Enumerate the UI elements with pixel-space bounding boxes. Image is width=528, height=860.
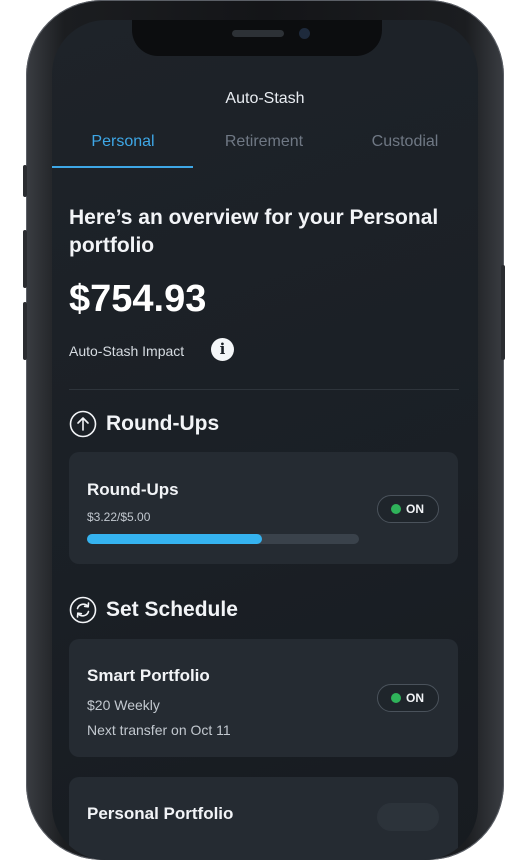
- round-ups-card-title: Round-Ups: [87, 480, 179, 499]
- set-schedule-section-label: Set Schedule: [106, 598, 238, 621]
- arrow-up-circle-icon: [69, 410, 97, 438]
- front-camera: [299, 28, 310, 39]
- auto-stash-impact-label: Auto-Stash Impact: [69, 343, 185, 359]
- volume-up-button: [23, 230, 27, 288]
- refresh-circle-icon: [69, 596, 97, 624]
- round-ups-section-label: Round-Ups: [106, 412, 220, 435]
- personal-portfolio-card[interactable]: Personal Portfolio: [69, 777, 458, 860]
- schedule-card-title: Smart Portfolio: [87, 666, 210, 685]
- schedule-amount: $20 Weekly: [87, 697, 160, 713]
- active-tab-indicator: [52, 166, 193, 168]
- next-transfer-text: Next transfer on Oct 11: [87, 722, 231, 738]
- portfolio-tabs: Personal Retirement Custodial: [52, 130, 478, 170]
- round-ups-toggle[interactable]: ON: [377, 495, 439, 523]
- status-on-dot: [391, 504, 401, 514]
- overview-heading: Here’s an overview for your Personal por…: [69, 206, 439, 257]
- round-ups-progress-fill: [87, 534, 263, 544]
- personal-portfolio-toggle[interactable]: [377, 803, 439, 831]
- divider: [69, 389, 459, 390]
- schedule-card-title: Personal Portfolio: [87, 804, 234, 823]
- round-ups-card[interactable]: Round-Ups $3.22/$5.00 ON: [69, 452, 458, 564]
- page-title: Auto-Stash: [225, 90, 305, 107]
- app-screen: Auto-Stash Personal Retirement Custodial…: [52, 20, 478, 860]
- tab-custodial[interactable]: Custodial: [334, 130, 476, 169]
- round-ups-progress-text: $3.22/$5.00: [87, 510, 151, 524]
- tab-retirement[interactable]: Retirement: [193, 130, 335, 169]
- notch: [132, 20, 382, 56]
- speaker: [232, 30, 284, 37]
- status-on-dot: [391, 693, 401, 703]
- toggle-label: ON: [406, 502, 424, 516]
- portfolio-amount: $754.93: [69, 278, 207, 320]
- toggle-label: ON: [406, 691, 424, 705]
- info-icon[interactable]: i: [211, 338, 234, 361]
- volume-down-button: [23, 302, 27, 360]
- power-button: [501, 265, 505, 360]
- round-ups-progress-bar: [87, 534, 359, 544]
- smart-portfolio-card[interactable]: Smart Portfolio $20 Weekly Next transfer…: [69, 639, 458, 757]
- tab-personal[interactable]: Personal: [52, 130, 194, 169]
- silent-switch: [23, 165, 27, 197]
- smart-portfolio-toggle[interactable]: ON: [377, 684, 439, 712]
